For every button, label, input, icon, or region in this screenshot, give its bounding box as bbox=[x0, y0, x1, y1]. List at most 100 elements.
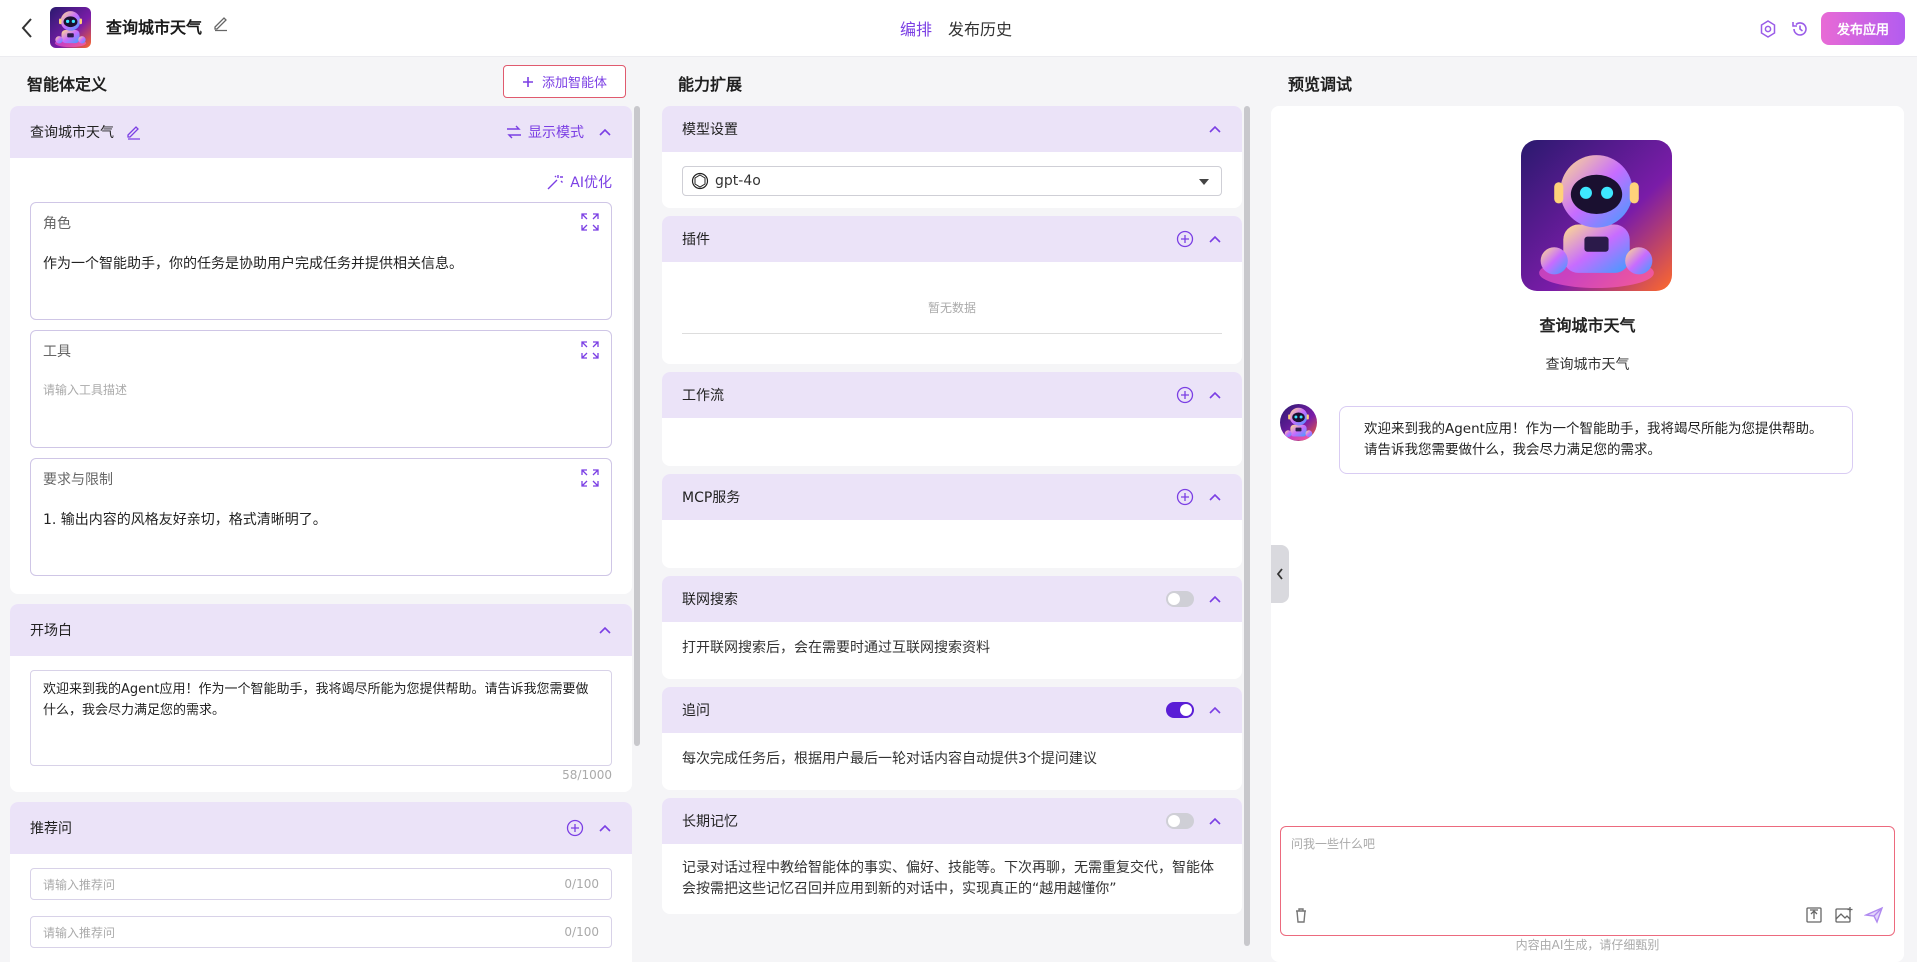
chevron-up-icon[interactable] bbox=[598, 623, 612, 637]
preview-agent-name: 查询城市天气 bbox=[1539, 316, 1636, 335]
plugins-header: 插件 bbox=[662, 216, 1242, 262]
model-select[interactable]: gpt-4o bbox=[682, 166, 1222, 196]
agent-card-header: 查询城市天气 显示模式 bbox=[10, 106, 632, 158]
edit-agent-icon[interactable] bbox=[126, 124, 142, 140]
suggested-placeholder: 请输入推荐问 bbox=[43, 877, 116, 892]
chevron-up-icon[interactable] bbox=[1208, 592, 1222, 606]
agent-definition-title: 智能体定义 bbox=[27, 75, 108, 94]
follow-up-toggle[interactable] bbox=[1166, 702, 1194, 718]
plus-icon bbox=[522, 76, 533, 87]
memory-header: 长期记忆 bbox=[662, 798, 1242, 844]
tab-orchestrate[interactable]: 编排 bbox=[900, 16, 932, 40]
add-agent-button[interactable]: 添加智能体 bbox=[503, 65, 626, 98]
chat-input-placeholder: 问我一些什么吧 bbox=[1291, 837, 1376, 851]
suggested-placeholder: 请输入推荐问 bbox=[43, 925, 116, 940]
suggested-input-2[interactable]: 请输入推荐问 0/100 bbox=[30, 916, 612, 948]
display-mode-label: 显示模式 bbox=[528, 125, 584, 141]
expand-icon[interactable] bbox=[581, 341, 599, 359]
chevron-up-icon[interactable] bbox=[1208, 490, 1222, 504]
left-scrollbar[interactable] bbox=[634, 106, 640, 746]
left-column: 查询城市天气 显示模式 AI优化 角色 作为一个智能助手，你的任务是协助用户完成… bbox=[10, 106, 632, 962]
mcp-label: MCP服务 bbox=[682, 490, 741, 506]
constraints-value: 1. 输出内容的风格友好亲切，格式清晰明了。 bbox=[43, 512, 327, 528]
constraints-label: 要求与限制 bbox=[43, 472, 113, 488]
chevron-up-icon[interactable] bbox=[598, 821, 612, 835]
bot-avatar bbox=[1280, 404, 1317, 441]
mcp-header: MCP服务 bbox=[662, 474, 1242, 520]
preview-debug-title: 预览调试 bbox=[1288, 75, 1353, 94]
edit-title-icon[interactable] bbox=[212, 14, 230, 32]
suggested-input-1[interactable]: 请输入推荐问 0/100 bbox=[30, 868, 612, 900]
capability-extension-title: 能力扩展 bbox=[678, 75, 743, 94]
memory-label: 长期记忆 bbox=[682, 814, 738, 830]
expand-icon[interactable] bbox=[581, 213, 599, 231]
web-search-toggle[interactable] bbox=[1166, 591, 1194, 607]
add-agent-label: 添加智能体 bbox=[541, 76, 607, 91]
chevron-up-icon[interactable] bbox=[1208, 232, 1222, 246]
middle-scrollbar[interactable] bbox=[1244, 106, 1250, 946]
swap-icon bbox=[507, 125, 521, 139]
plugins-card: 插件 暂无数据 bbox=[662, 216, 1242, 364]
suggested-header: 推荐问 bbox=[10, 802, 632, 854]
display-mode-toggle[interactable]: 显示模式 bbox=[506, 122, 584, 142]
back-icon[interactable] bbox=[16, 15, 38, 41]
chevron-up-icon[interactable] bbox=[598, 125, 612, 139]
top-right-actions: 发布应用 bbox=[1757, 12, 1905, 45]
tools-placeholder: 请输入工具描述 bbox=[43, 383, 128, 397]
opening-counter: 58/1000 bbox=[562, 768, 612, 782]
role-field[interactable]: 角色 作为一个智能助手，你的任务是协助用户完成任务并提供相关信息。 bbox=[30, 202, 612, 320]
add-circle-icon[interactable] bbox=[1176, 230, 1194, 248]
settings-icon[interactable] bbox=[1757, 18, 1779, 40]
top-bar: 查询城市天气 编排 发布历史 发布应用 bbox=[0, 0, 1917, 57]
openai-icon bbox=[691, 172, 709, 190]
model-header: 模型设置 bbox=[662, 106, 1242, 152]
ai-disclaimer: 内容由AI生成，请仔细甄别 bbox=[1515, 938, 1660, 952]
constraints-field[interactable]: 要求与限制 1. 输出内容的风格友好亲切，格式清晰明了。 bbox=[30, 458, 612, 576]
model-card: 模型设置 gpt-4o bbox=[662, 106, 1242, 208]
web-search-label: 联网搜索 bbox=[682, 592, 738, 608]
model-selected: gpt-4o bbox=[715, 172, 761, 189]
agent-card: 查询城市天气 显示模式 AI优化 角色 作为一个智能助手，你的任务是协助用户完成… bbox=[10, 106, 632, 594]
add-circle-icon[interactable] bbox=[1176, 386, 1194, 404]
follow-up-desc: 每次完成任务后，根据用户最后一轮对话内容自动提供3个提问建议 bbox=[682, 751, 1097, 767]
add-circle-icon[interactable] bbox=[1176, 488, 1194, 506]
workflow-card: 工作流 bbox=[662, 372, 1242, 466]
preview-panel: 查询城市天气 查询城市天气 欢迎来到我的Agent应用！作为一个智能助手，我将竭… bbox=[1271, 106, 1904, 962]
tab-publish-history[interactable]: 发布历史 bbox=[948, 16, 1012, 40]
publish-app-button[interactable]: 发布应用 bbox=[1820, 12, 1905, 45]
center-tabs: 编排 发布历史 bbox=[900, 16, 1012, 40]
chevron-up-icon[interactable] bbox=[1208, 814, 1222, 828]
upload-image-icon[interactable] bbox=[1834, 905, 1854, 925]
web-search-desc: 打开联网搜索后，会在需要时通过互联网搜索资料 bbox=[682, 640, 990, 656]
tools-label: 工具 bbox=[43, 344, 71, 360]
tools-field[interactable]: 工具 请输入工具描述 bbox=[30, 330, 612, 448]
model-label: 模型设置 bbox=[682, 122, 738, 138]
add-circle-icon[interactable] bbox=[566, 819, 584, 837]
opening-header: 开场白 bbox=[10, 604, 632, 656]
web-search-header: 联网搜索 bbox=[662, 576, 1242, 622]
ai-optimize-button[interactable]: AI优化 bbox=[30, 172, 612, 192]
expand-icon[interactable] bbox=[581, 469, 599, 487]
opening-card: 开场白 欢迎来到我的Agent应用！作为一个智能助手，我将竭尽所能为您提供帮助。… bbox=[10, 604, 632, 792]
history-icon[interactable] bbox=[1789, 18, 1811, 40]
ai-optimize-label: AI优化 bbox=[570, 175, 612, 191]
role-value: 作为一个智能助手，你的任务是协助用户完成任务并提供相关信息。 bbox=[43, 256, 463, 272]
chevron-left-icon bbox=[1276, 568, 1283, 580]
send-icon[interactable] bbox=[1864, 905, 1884, 925]
chevron-up-icon[interactable] bbox=[1208, 703, 1222, 717]
opening-textarea[interactable]: 欢迎来到我的Agent应用！作为一个智能助手，我将竭尽所能为您提供帮助。请告诉我… bbox=[30, 670, 612, 766]
chevron-up-icon[interactable] bbox=[1208, 388, 1222, 402]
magic-wand-icon bbox=[547, 175, 564, 190]
web-search-card: 联网搜索 打开联网搜索后，会在需要时通过互联网搜索资料 bbox=[662, 576, 1242, 679]
trash-icon[interactable] bbox=[1291, 905, 1311, 925]
follow-up-card: 追问 每次完成任务后，根据用户最后一轮对话内容自动提供3个提问建议 bbox=[662, 687, 1242, 790]
suggested-label: 推荐问 bbox=[30, 821, 72, 837]
memory-toggle[interactable] bbox=[1166, 813, 1194, 829]
opening-label: 开场白 bbox=[30, 623, 72, 639]
collapse-panel-handle[interactable] bbox=[1271, 545, 1289, 603]
upload-file-icon[interactable] bbox=[1804, 905, 1824, 925]
chevron-up-icon[interactable] bbox=[1208, 122, 1222, 136]
agent-avatar bbox=[1521, 140, 1672, 291]
workflow-label: 工作流 bbox=[682, 388, 724, 404]
chat-input[interactable]: 问我一些什么吧 bbox=[1280, 826, 1895, 936]
